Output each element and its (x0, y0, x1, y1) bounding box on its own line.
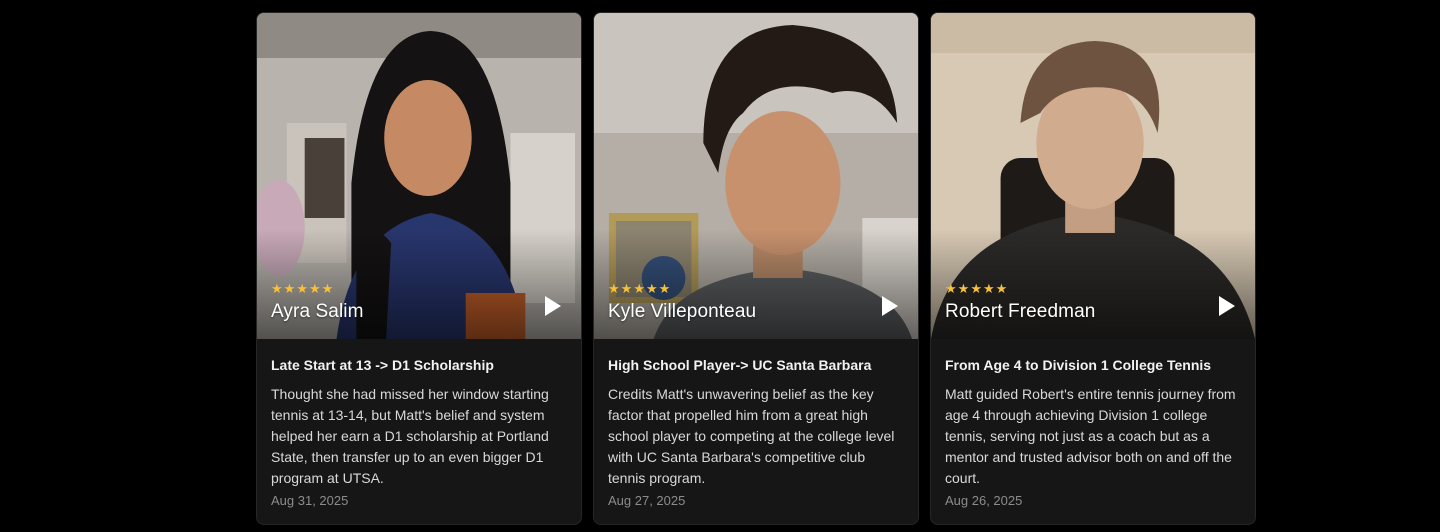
testimonial-date: Aug 31, 2025 (271, 493, 349, 508)
testimonials-row: ★ ★ ★ ★ ★ Ayra Salim Late Start at 13 ->… (256, 12, 1256, 525)
rating-stars: ★ ★ ★ ★ ★ (945, 283, 1007, 297)
testimonial-card: ★ ★ ★ ★ ★ Ayra Salim Late Start at 13 ->… (256, 12, 582, 525)
testimonial-description: Thought she had missed her window starti… (271, 386, 549, 486)
testimonial-title: High School Player-> UC Santa Barbara (608, 357, 872, 373)
star-icon: ★ (982, 282, 995, 297)
person-name: Robert Freedman (945, 301, 1096, 322)
person-name: Kyle Villeponteau (608, 301, 757, 322)
play-icon[interactable] (543, 295, 563, 317)
star-icon: ★ (645, 282, 658, 297)
star-icon: ★ (308, 282, 321, 297)
rating-stars: ★ ★ ★ ★ ★ (271, 283, 333, 297)
play-icon[interactable] (1217, 295, 1237, 317)
testimonial-card: ★ ★ ★ ★ ★ Robert Freedman From Age 4 to … (930, 12, 1256, 525)
star-icon: ★ (620, 282, 633, 297)
testimonial-date: Aug 27, 2025 (608, 493, 686, 508)
video-thumbnail[interactable]: ★ ★ ★ ★ ★ Robert Freedman (931, 13, 1255, 339)
rating-stars: ★ ★ ★ ★ ★ (608, 283, 670, 297)
testimonial-date: Aug 26, 2025 (945, 493, 1023, 508)
star-icon: ★ (957, 282, 970, 297)
star-icon: ★ (658, 282, 671, 297)
testimonial-title: From Age 4 to Division 1 College Tennis (945, 357, 1212, 373)
star-icon: ★ (633, 282, 645, 297)
star-icon: ★ (945, 282, 957, 297)
testimonial-title: Late Start at 13 -> D1 Scholarship (271, 357, 494, 373)
testimonial-description: Credits Matt's unwavering belief as the … (608, 386, 895, 486)
person-name: Ayra Salim (271, 301, 364, 322)
video-thumbnail[interactable]: ★ ★ ★ ★ ★ Ayra Salim (257, 13, 581, 339)
testimonial-card: ★ ★ ★ ★ ★ Kyle Villeponteau High School … (593, 12, 919, 525)
star-icon: ★ (271, 282, 283, 297)
star-icon: ★ (995, 282, 1008, 297)
play-icon[interactable] (880, 295, 900, 317)
video-thumbnail[interactable]: ★ ★ ★ ★ ★ Kyle Villeponteau (594, 13, 918, 339)
star-icon: ★ (608, 282, 620, 297)
star-icon: ★ (321, 282, 334, 297)
testimonial-description: Matt guided Robert's entire tennis journ… (945, 386, 1236, 486)
star-icon: ★ (296, 282, 308, 297)
star-icon: ★ (283, 282, 296, 297)
star-icon: ★ (970, 282, 982, 297)
